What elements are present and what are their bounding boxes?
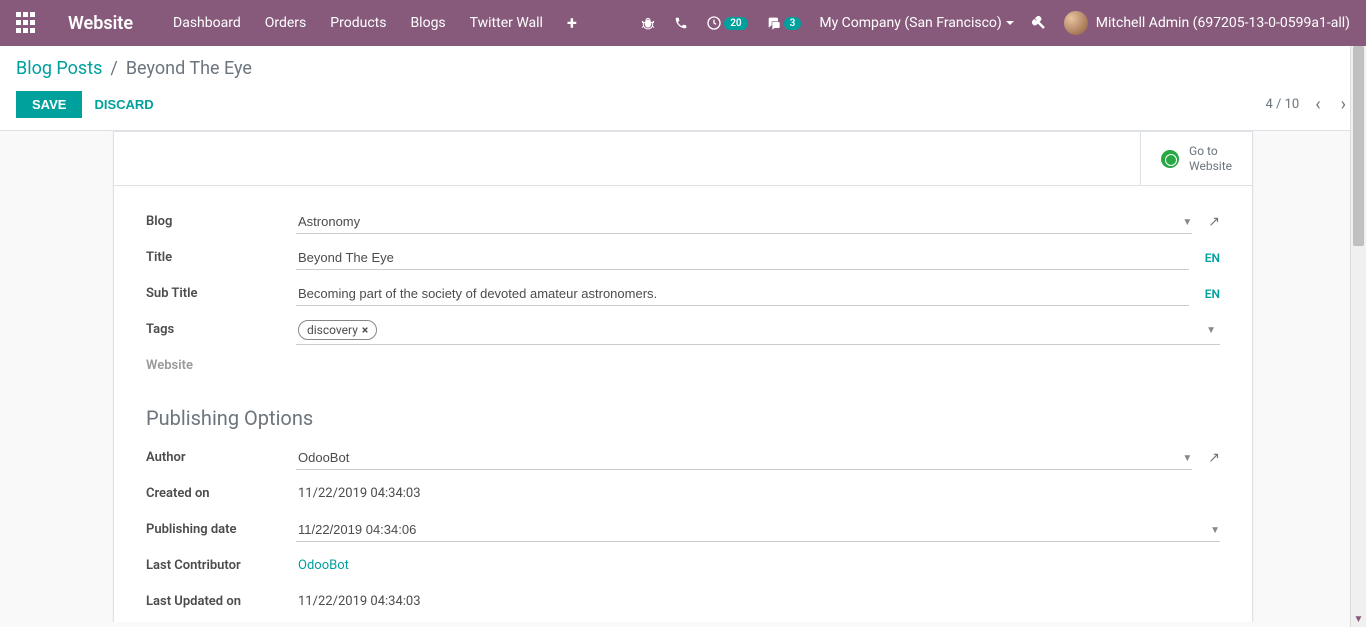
lang-badge[interactable]: EN	[1205, 251, 1220, 265]
form-sheet: Go to Website Blog ▼ ↗ Title EN	[113, 131, 1253, 622]
field-blog: Blog ▼ ↗	[146, 210, 1220, 238]
title-input[interactable]	[296, 246, 1189, 270]
label-website: Website	[146, 354, 296, 373]
breadcrumb-current: Beyond The Eye	[126, 58, 252, 79]
subtitle-input[interactable]	[296, 282, 1189, 306]
field-author: Author ▼ ↗	[146, 446, 1220, 474]
label-created-on: Created on	[146, 482, 296, 501]
chevron-down-icon	[1006, 21, 1014, 25]
field-publishing-date: Publishing date ▼	[146, 518, 1220, 546]
breadcrumb-separator: /	[110, 58, 117, 79]
navbar-right: 20 3 My Company (San Francisco) Mitchell…	[640, 11, 1350, 35]
debug-icon[interactable]	[1032, 16, 1046, 30]
tags-input[interactable]: discovery × ▼	[296, 318, 1220, 345]
bug-icon[interactable]	[640, 15, 656, 31]
breadcrumb-parent[interactable]: Blog Posts	[16, 58, 102, 79]
user-name: Mitchell Admin (697205-13-0-0599a1-all)	[1096, 15, 1350, 31]
label-tags: Tags	[146, 318, 296, 337]
field-title: Title EN	[146, 246, 1220, 274]
apps-icon[interactable]	[16, 12, 38, 34]
menu-add-icon[interactable]: +	[567, 13, 577, 34]
app-brand[interactable]: Website	[68, 13, 133, 34]
control-panel: Blog Posts / Beyond The Eye SAVE DISCARD…	[0, 46, 1366, 131]
last-contributor-link[interactable]: OdooBot	[296, 554, 351, 577]
pager: 4 / 10 ‹ ›	[1265, 94, 1350, 115]
label-last-updated-on: Last Updated on	[146, 590, 296, 609]
discuss-icon[interactable]: 3	[766, 15, 802, 31]
created-on-value: 11/22/2019 04:34:03	[296, 482, 423, 505]
label-last-contributor: Last Contributor	[146, 554, 296, 573]
author-input[interactable]	[296, 446, 1192, 470]
external-link-icon[interactable]: ↗	[1208, 450, 1220, 466]
breadcrumb: Blog Posts / Beyond The Eye	[16, 58, 1350, 79]
lang-badge[interactable]: EN	[1205, 287, 1220, 301]
go-to-website-label: Go to Website	[1189, 144, 1232, 173]
field-created-on: Created on 11/22/2019 04:34:03	[146, 482, 1220, 510]
tag-label: discovery	[307, 323, 358, 337]
save-button[interactable]: SAVE	[16, 91, 82, 118]
menu-orders[interactable]: Orders	[265, 15, 307, 31]
field-subtitle: Sub Title EN	[146, 282, 1220, 310]
content-area: Go to Website Blog ▼ ↗ Title EN	[0, 131, 1366, 622]
company-name: My Company (San Francisco)	[819, 15, 1001, 31]
user-menu[interactable]: Mitchell Admin (697205-13-0-0599a1-all)	[1064, 11, 1350, 35]
scrollbar-thumb[interactable]	[1353, 46, 1364, 246]
activity-icon[interactable]: 20	[706, 15, 747, 31]
menu-dashboard[interactable]: Dashboard	[173, 15, 241, 31]
pager-next-icon[interactable]: ›	[1337, 94, 1350, 115]
field-website: Website	[146, 354, 1220, 382]
activity-badge: 20	[724, 17, 747, 30]
top-menu: Dashboard Orders Products Blogs Twitter …	[173, 13, 577, 34]
menu-blogs[interactable]: Blogs	[410, 15, 445, 31]
status-bar: Go to Website	[114, 132, 1252, 186]
tag-remove-icon[interactable]: ×	[362, 323, 368, 337]
avatar	[1064, 11, 1088, 35]
chevron-down-icon: ▼	[1206, 325, 1216, 336]
pager-text: 4 / 10	[1265, 97, 1299, 112]
field-tags: Tags discovery × ▼	[146, 318, 1220, 346]
label-author: Author	[146, 446, 296, 465]
label-subtitle: Sub Title	[146, 282, 296, 301]
phone-icon[interactable]	[674, 16, 688, 30]
main-navbar: Website Dashboard Orders Products Blogs …	[0, 0, 1366, 46]
label-title: Title	[146, 246, 296, 265]
scroll-down-icon[interactable]: ▼	[1351, 611, 1366, 627]
go-to-website-button[interactable]: Go to Website	[1140, 132, 1252, 185]
publishing-date-input[interactable]	[296, 518, 1220, 542]
company-switcher[interactable]: My Company (San Francisco)	[819, 15, 1013, 31]
blog-input[interactable]	[296, 210, 1192, 234]
discuss-badge: 3	[784, 17, 802, 30]
label-blog: Blog	[146, 210, 296, 229]
menu-twitter-wall[interactable]: Twitter Wall	[470, 15, 543, 31]
section-publishing-options: Publishing Options	[146, 406, 1220, 430]
last-updated-on-value: 11/22/2019 04:34:03	[296, 590, 423, 613]
external-link-icon[interactable]: ↗	[1208, 214, 1220, 230]
globe-icon	[1161, 150, 1179, 168]
tag-chip: discovery ×	[298, 320, 377, 340]
label-publishing-date: Publishing date	[146, 518, 296, 537]
form-body: Blog ▼ ↗ Title EN Sub Title	[114, 186, 1252, 622]
scrollbar[interactable]: ▲ ▼	[1350, 46, 1366, 627]
menu-products[interactable]: Products	[330, 15, 386, 31]
field-last-contributor: Last Contributor OdooBot	[146, 554, 1220, 582]
pager-prev-icon[interactable]: ‹	[1311, 94, 1324, 115]
field-last-updated-on: Last Updated on 11/22/2019 04:34:03	[146, 590, 1220, 618]
discard-button[interactable]: DISCARD	[94, 97, 153, 112]
